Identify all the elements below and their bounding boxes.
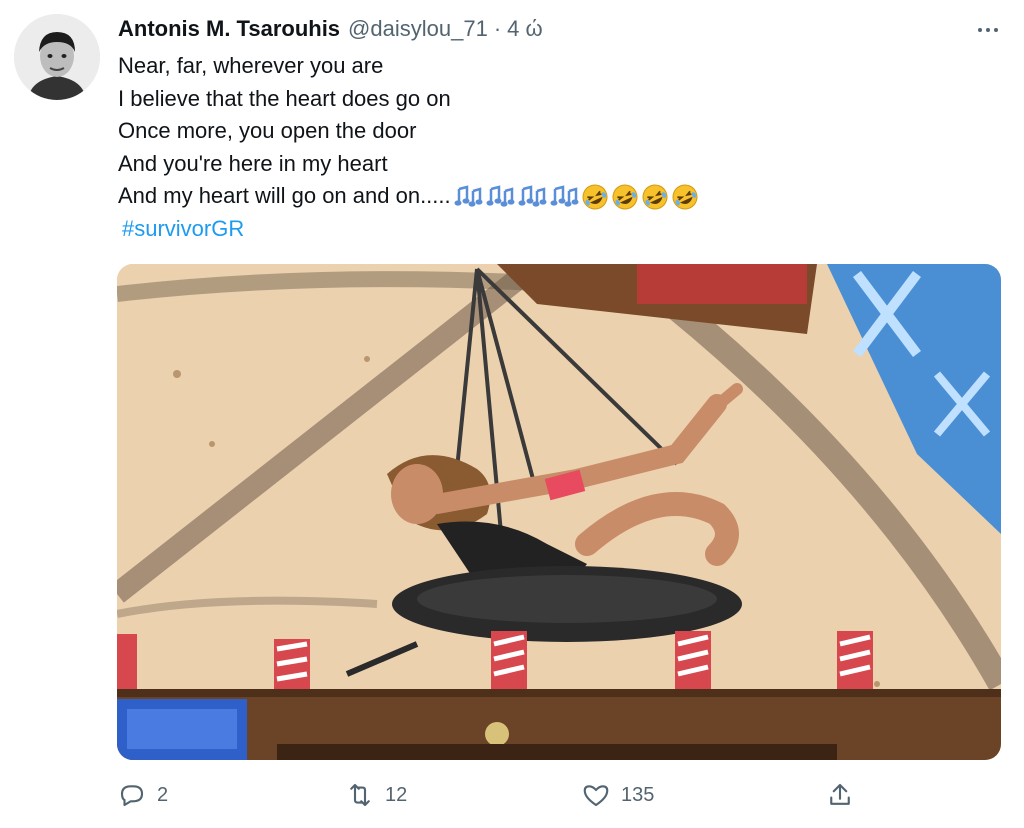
handle[interactable]: @daisylou_71: [348, 16, 488, 42]
tweet-header: Antonis M. Tsarouhis @daisylou_71 · 4 ώ: [118, 16, 543, 46]
emoji-row: [453, 183, 699, 211]
retweet-icon: [350, 783, 370, 807]
retweet-count: 12: [385, 783, 408, 806]
like-count: 135: [621, 783, 655, 806]
tweet-line: I believe that the heart does go on: [118, 85, 451, 111]
musical-notes-emoji: [486, 185, 515, 207]
tweet-line: Once more, you open the door: [118, 118, 417, 143]
share-button[interactable]: [825, 780, 855, 810]
hashtag-link[interactable]: #survivorGR: [122, 213, 244, 246]
share-icon: [830, 783, 850, 805]
musical-notes-emoji: [550, 185, 579, 207]
rolling-laughing-emoji: [672, 184, 698, 210]
reply-button[interactable]: 2: [117, 780, 168, 810]
retweet-button[interactable]: 12: [345, 780, 407, 810]
rolling-laughing-emoji: [642, 184, 668, 210]
rolling-laughing-emoji: [612, 184, 638, 210]
tweet-actions: 2 12 135: [0, 776, 1024, 820]
timestamp[interactable]: 4 ώ: [507, 16, 543, 42]
avatar[interactable]: [14, 14, 100, 100]
tweet-media-image[interactable]: [117, 264, 1001, 760]
tweet-line: Near, far, wherever you are: [118, 53, 384, 78]
like-icon: [583, 785, 609, 807]
musical-notes-emoji: [518, 185, 547, 207]
rolling-laughing-emoji: [582, 184, 608, 210]
reply-icon: [120, 785, 144, 807]
more-horizontal-icon[interactable]: [968, 18, 1008, 42]
tweet-line-with-emoji: And my heart will go on and on.....: [118, 180, 699, 213]
tweet-line: And you're here in my heart: [118, 150, 388, 176]
like-button[interactable]: 135: [581, 780, 654, 810]
tweet-text: Near, far, wherever you are I believe th…: [118, 50, 699, 245]
musical-notes-emoji: [454, 185, 483, 207]
separator-dot: ·: [493, 16, 502, 41]
tweet-line: And my heart will go on and on.....: [118, 183, 451, 208]
reply-count: 2: [157, 783, 169, 806]
tweet[interactable]: Antonis M. Tsarouhis @daisylou_71 · 4 ώ …: [0, 0, 1024, 828]
display-name[interactable]: Antonis M. Tsarouhis: [118, 16, 340, 42]
